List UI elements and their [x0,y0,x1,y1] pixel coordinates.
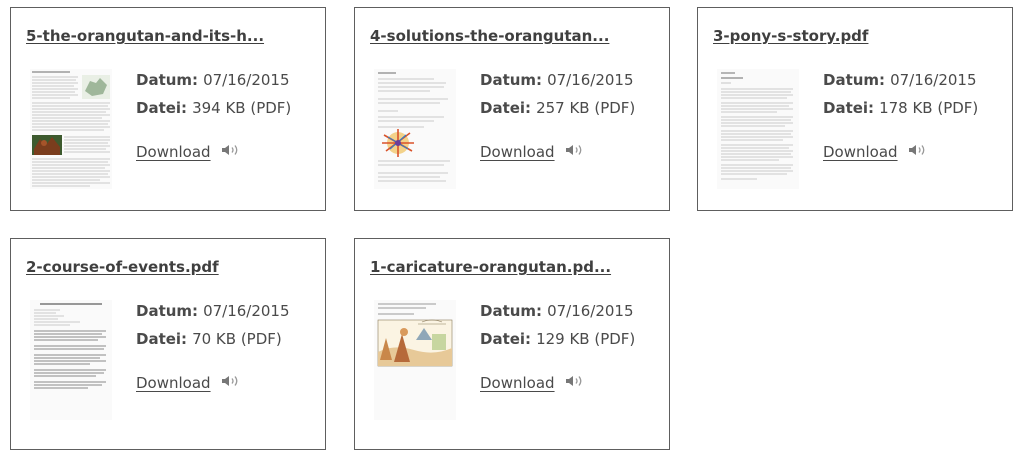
file-row: Datei: 178 KB (PDF) [823,94,978,122]
speaker-icon[interactable] [565,374,585,392]
date-value: 07/16/2015 [203,71,290,89]
date-row: Datum: 07/16/2015 [480,66,635,94]
file-card: 4-solutions-the-orangutan... Datum: 07/16… [354,7,670,211]
file-label: Datei: [823,99,875,117]
file-meta: Datum: 07/16/2015 Datei: 70 KB (PDF) [136,297,290,353]
speaker-icon[interactable] [221,374,241,392]
download-link[interactable]: Download [480,374,555,392]
date-label: Datum: [136,71,199,89]
file-size-value: 257 KB (PDF) [536,99,636,117]
document-thumbnail[interactable] [717,69,799,189]
download-row: Download [823,143,928,161]
document-thumbnail[interactable] [30,300,112,420]
date-row: Datum: 07/16/2015 [136,66,291,94]
download-link[interactable]: Download [136,143,211,161]
file-label: Datei: [136,330,188,348]
date-value: 07/16/2015 [547,302,634,320]
file-meta: Datum: 07/16/2015 Datei: 129 KB (PDF) [480,297,635,353]
document-thumbnail[interactable] [374,300,456,420]
download-link[interactable]: Download [823,143,898,161]
file-label: Datei: [480,330,532,348]
file-card: 2-course-of-events.pdf Datum: 07/16/2015… [10,238,326,450]
file-meta: Datum: 07/16/2015 Datei: 178 KB (PDF) [823,66,978,122]
speaker-icon[interactable] [221,143,241,161]
file-size-value: 129 KB (PDF) [536,330,636,348]
file-title-link[interactable]: 4-solutions-the-orangutan... [370,27,609,45]
file-row: Datei: 394 KB (PDF) [136,94,291,122]
file-size-value: 70 KB (PDF) [192,330,282,348]
download-row: Download [480,374,585,392]
download-row: Download [136,143,241,161]
file-card: 5-the-orangutan-and-its-h... Datum: 07/1… [10,7,326,211]
date-value: 07/16/2015 [890,71,977,89]
date-row: Datum: 07/16/2015 [823,66,978,94]
speaker-icon[interactable] [908,143,928,161]
date-label: Datum: [823,71,886,89]
date-label: Datum: [136,302,199,320]
file-meta: Datum: 07/16/2015 Datei: 394 KB (PDF) [136,66,291,122]
date-row: Datum: 07/16/2015 [480,297,635,325]
file-row: Datei: 129 KB (PDF) [480,325,635,353]
file-card: 3-pony-s-story.pdf Datum: 07/16/2015 Dat… [697,7,1013,211]
file-title-link[interactable]: 2-course-of-events.pdf [26,258,219,276]
file-row: Datei: 257 KB (PDF) [480,94,635,122]
file-label: Datei: [136,99,188,117]
date-label: Datum: [480,71,543,89]
date-row: Datum: 07/16/2015 [136,297,290,325]
download-row: Download [136,374,241,392]
file-title-link[interactable]: 3-pony-s-story.pdf [713,27,868,45]
document-thumbnail[interactable] [30,69,112,189]
date-label: Datum: [480,302,543,320]
file-size-value: 178 KB (PDF) [879,99,979,117]
file-card: 1-caricature-orangutan.pd... Datum: 07/16… [354,238,670,450]
download-link[interactable]: Download [136,374,211,392]
download-row: Download [480,143,585,161]
date-value: 07/16/2015 [547,71,634,89]
file-title-link[interactable]: 1-caricature-orangutan.pd... [370,258,611,276]
download-link[interactable]: Download [480,143,555,161]
file-size-value: 394 KB (PDF) [192,99,292,117]
file-meta: Datum: 07/16/2015 Datei: 257 KB (PDF) [480,66,635,122]
file-title-link[interactable]: 5-the-orangutan-and-its-h... [26,27,264,45]
document-thumbnail[interactable] [374,69,456,189]
date-value: 07/16/2015 [203,302,290,320]
file-row: Datei: 70 KB (PDF) [136,325,290,353]
speaker-icon[interactable] [565,143,585,161]
file-label: Datei: [480,99,532,117]
